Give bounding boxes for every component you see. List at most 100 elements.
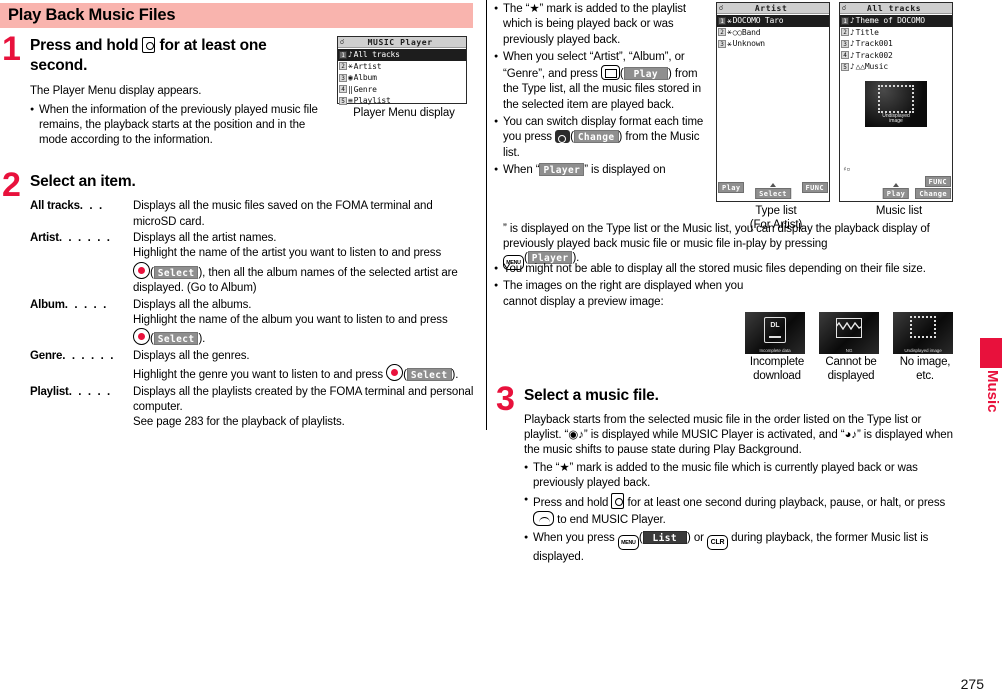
note-bullet-3: You can switch display format each time … (494, 115, 709, 161)
step-1-number: 1 (2, 30, 21, 68)
type-list-statusbar: ☌ Artist (717, 3, 829, 14)
error-tile-no-image: Undisplayed image No image, etc. (893, 312, 957, 383)
music-list-row[interactable]: 1 ♪ Theme of DOCOMO (840, 15, 952, 27)
album-cont-line-2: (Select). (133, 328, 476, 347)
note-bullet-5: You might not be able to display all the… (494, 262, 959, 277)
artist-cont-line-2: (Select), then all the album names of th… (133, 261, 476, 297)
player-menu-screen: ☌ MUSIC Player 1 ♪ All tracks 2 ⚹ Artist (337, 36, 467, 107)
artist-continuation: Highlight the name of the artist you wan… (133, 246, 476, 296)
row-index: 1 (718, 16, 726, 25)
def-term: Artist. . . . . . (30, 231, 133, 246)
step-1-paragraph: The Player Menu display appears. (30, 85, 202, 98)
def-desc: Displays all the albums. (133, 298, 252, 311)
genre-cont-line-1: Highlight the genre you want to listen t… (133, 364, 476, 383)
player-menu-title: MUSIC Player (367, 37, 433, 47)
genre-continuation: Highlight the genre you want to listen t… (133, 364, 476, 383)
player-menu-row[interactable]: 1 ♪ All tracks (338, 49, 466, 61)
album-icon: ◉ (348, 73, 353, 83)
def-term-text: Album (30, 298, 65, 311)
dl-glyph: DL (764, 317, 786, 344)
left-column: Play Back Music Files 1 Press and hold f… (0, 0, 476, 700)
tile-sub-label: NG (845, 347, 853, 353)
step-3: 3 Select a music file. Playback starts f… (494, 382, 954, 565)
def-term-text: Playlist (30, 385, 69, 398)
row-label: Unknown (732, 39, 766, 49)
tile-sub-label: Undisplayed image (904, 347, 942, 353)
player-menu-row[interactable]: 3 ◉ Album (338, 72, 466, 84)
music-list-row[interactable]: 2 ♪ Title (840, 27, 952, 39)
menu-key-icon: MENU (617, 534, 639, 550)
step-3-para-b: ” is displayed while MUSIC Player is act… (583, 428, 845, 441)
def-desc: Displays all the music files saved on th… (133, 200, 433, 228)
section-header: Play Back Music Files (0, 3, 473, 28)
type-list-caption-line-2: (For Artist) (749, 218, 803, 231)
music-key-icon (142, 37, 156, 53)
softkey-play[interactable]: Play (718, 182, 745, 193)
row-index: 2 (718, 28, 726, 37)
softkey-change[interactable]: Change (915, 188, 951, 199)
music-list-rows: 1 ♪ Theme of DOCOMO 2 ♪ Title 3 ♪ Track0… (840, 14, 952, 73)
thumb-label-line-2: image (889, 118, 903, 124)
music-list-row[interactable]: 4 ♪ Track002 (840, 50, 952, 62)
thumbnail-label: Undisplayed image (865, 113, 927, 125)
softkey-play[interactable]: Play (882, 188, 910, 199)
step-2-number: 2 (2, 166, 21, 205)
type-list-row[interactable]: 2 ⚹ ○○Band (717, 27, 829, 39)
player-menu-row[interactable]: 4 ‖ Genre (338, 84, 466, 96)
press-hold-text-a: Press and hold (533, 497, 609, 510)
undisplayed-glyph (910, 316, 936, 339)
music-note-icon: ♪ (850, 50, 855, 60)
music-list-caption: Music list (875, 205, 923, 217)
center-key-icon (133, 261, 150, 279)
ng-box-shape (836, 317, 862, 338)
change-softkey-chip: Change (573, 130, 619, 144)
tile-caption-line-1: Incomplete (749, 356, 805, 368)
def-desc: Displays all the artist names. (133, 231, 277, 244)
dashed-frame-icon (878, 84, 914, 113)
step-3-number: 3 (496, 380, 515, 418)
error-tile-cannot-display: NG Cannot be displayed (819, 312, 883, 383)
mail-key-icon (600, 65, 620, 81)
row-label: All tracks (353, 50, 400, 60)
row-label: Genre (353, 84, 377, 94)
undisplayed-image-thumbnail: Undisplayed image (865, 80, 927, 127)
note-bullet-5-wrap: You might not be able to display all the… (494, 262, 959, 310)
row-index: 5 (841, 62, 849, 71)
error-icon-tiles: DL Incomplete data Incomplete download N… (745, 312, 957, 383)
artist-icon: ⚹ (727, 38, 732, 48)
softkey-func[interactable]: FUNC (924, 176, 951, 187)
row-index: 3 (718, 39, 726, 48)
artist-icon: ⚹ (727, 15, 732, 25)
genre-icon: ‖ (348, 84, 353, 94)
music-list-row[interactable]: 5 ♪ △△Music (840, 61, 952, 73)
def-desc: Displays all the playlists created by th… (133, 385, 474, 414)
row-index: 2 (841, 28, 849, 37)
artist-cont-line-1: Highlight the name of the artist you wan… (133, 247, 442, 260)
genre-cont-1a: Highlight the genre you want to listen t… (133, 369, 383, 382)
cannot-be-displayed-icon: NG (819, 312, 879, 354)
type-list-row[interactable]: 3 ⚹ Unknown (717, 38, 829, 50)
def-row-album: Album. . . . . Displays all the albums. (30, 298, 476, 313)
row-label: Artist (353, 61, 382, 71)
column-divider (486, 0, 487, 430)
softkey-select[interactable]: Select (755, 188, 791, 199)
softkey-func[interactable]: FUNC (801, 182, 828, 193)
music-list-row[interactable]: 3 ♪ Track001 (840, 38, 952, 50)
press-hold-text-c: to end MUSIC Player. (557, 514, 666, 527)
side-tab-marker (980, 338, 1002, 368)
player-menu-statusbar: ☌ MUSIC Player (338, 37, 466, 48)
player-menu-row[interactable]: 2 ⚹ Artist (338, 61, 466, 73)
def-term-text: Genre (30, 349, 63, 362)
def-term: Genre. . . . . . (30, 349, 133, 364)
item-definition-list: All tracks. . . Displays all the music f… (30, 199, 476, 431)
def-term: Playlist. . . . . (30, 385, 133, 400)
step-1-bullet-1: When the information of the previously p… (30, 103, 326, 149)
row-label: Playlist (353, 96, 391, 106)
type-list-row[interactable]: 1 ⚹ DOCOMO Taro (717, 15, 829, 27)
player-menu-row[interactable]: 5 ≡ Playlist (338, 95, 466, 107)
right-notes-block: The “★” mark is added to the playlist wh… (494, 2, 709, 178)
step-3-title: Select a music file. (524, 387, 659, 404)
section-title: Play Back Music Files (8, 6, 176, 24)
player-menu-rows: 1 ♪ All tracks 2 ⚹ Artist 3 ◉ Album 4 ‖ … (338, 48, 466, 107)
clr-key-icon: CLR (707, 534, 728, 550)
